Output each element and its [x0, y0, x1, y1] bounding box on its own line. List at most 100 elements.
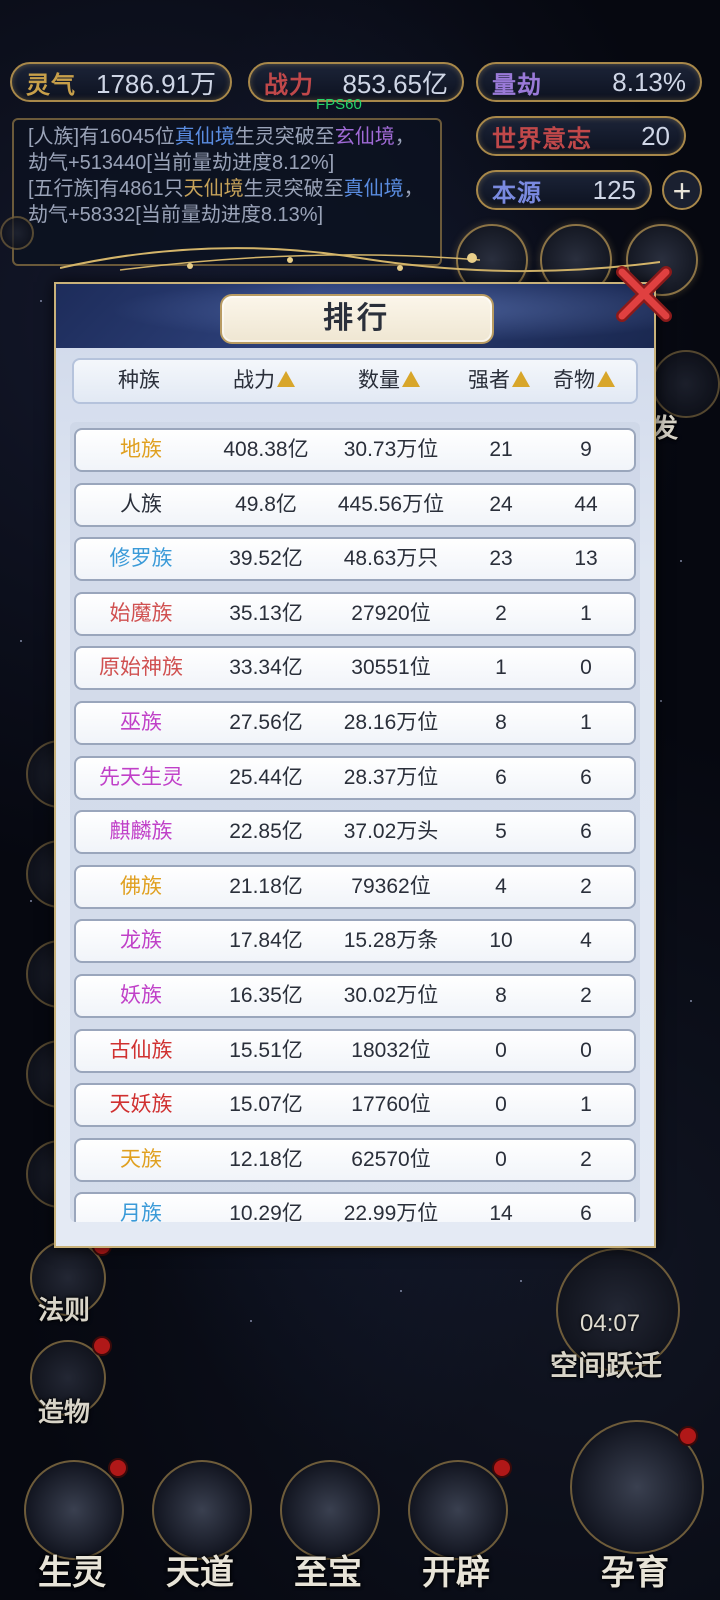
- race-cell: 修罗族: [109, 547, 173, 571]
- race-cell: 天族: [120, 1147, 162, 1171]
- nav-tiandao-label: 天道: [166, 1554, 234, 1592]
- table-row[interactable]: 始魔族 35.13亿 27920位 2 1: [74, 591, 636, 636]
- space-jump-timer: 04:07: [580, 1310, 641, 1337]
- table-row[interactable]: 巫族 27.56亿 28.16万位 8 1: [74, 701, 636, 745]
- strong-cell: 23: [489, 547, 513, 571]
- strong-cell: 5: [495, 820, 507, 844]
- table-row[interactable]: 龙族 17.84亿 15.28万条 10 4: [74, 919, 636, 964]
- strong-cell: 8: [495, 984, 507, 1007]
- count-cell: 28.16万位: [343, 711, 439, 734]
- nav-kaipi[interactable]: 开辟: [396, 1450, 516, 1600]
- lingqi-value: 1786.91万: [96, 68, 216, 99]
- race-cell: 地族: [120, 438, 162, 461]
- items-cell: 6: [580, 765, 592, 789]
- sort-arrow-icon: [277, 371, 295, 388]
- add-benyuan-button[interactable]: +: [662, 170, 702, 210]
- items-cell: 2: [580, 984, 592, 1007]
- table-row[interactable]: 地族 408.38亿 30.73万位 21 9: [74, 428, 636, 472]
- power-cell: 16.35亿: [229, 984, 303, 1007]
- power-cell: 10.29亿: [229, 1202, 303, 1222]
- liangjie-value: 8.13%: [612, 66, 686, 97]
- race-cell: 龙族: [120, 929, 162, 953]
- table-row[interactable]: 先天生灵 25.44亿 28.37万位 6 6: [74, 755, 636, 800]
- header-items[interactable]: 奇物: [544, 360, 624, 402]
- count-cell: 28.37万位: [343, 765, 439, 789]
- nav-tiandao[interactable]: 天道: [140, 1450, 260, 1600]
- strong-cell: 0: [495, 1147, 507, 1171]
- race-cell: 月族: [120, 1202, 162, 1222]
- header-race[interactable]: 种族: [74, 360, 204, 402]
- race-cell: 古仙族: [109, 1038, 173, 1062]
- header-count[interactable]: 数量: [324, 360, 454, 402]
- sort-arrow-icon: [512, 371, 530, 388]
- power-cell: 25.44亿: [229, 765, 303, 789]
- race-cell: 人族: [120, 492, 162, 516]
- count-cell: 62570位: [351, 1147, 431, 1171]
- strong-cell: 10: [489, 929, 513, 953]
- items-cell: 1: [580, 1093, 592, 1117]
- table-row[interactable]: 月族 10.29亿 22.99万位 14 6: [74, 1192, 636, 1222]
- nav-yunyu[interactable]: 孕育: [560, 1420, 710, 1600]
- liangjie-stat[interactable]: 量劫 8.13%: [476, 62, 702, 102]
- gold-ornament: [60, 247, 660, 273]
- items-cell: 6: [580, 820, 592, 844]
- benyuan-stat[interactable]: 本源 125: [476, 170, 652, 210]
- avatar[interactable]: [0, 216, 34, 250]
- table-row[interactable]: 妖族 16.35亿 30.02万位 8 2: [74, 974, 636, 1018]
- shijieyizhi-stat[interactable]: 世界意志 20: [476, 116, 686, 156]
- items-cell: 9: [580, 438, 592, 461]
- strong-cell: 6: [495, 765, 507, 789]
- table-row[interactable]: 修罗族 39.52亿 48.63万只 23 13: [74, 537, 636, 582]
- items-cell: 2: [580, 1147, 592, 1171]
- table-row[interactable]: 天族 12.18亿 62570位 0 2: [74, 1137, 636, 1182]
- items-cell: 1: [580, 711, 592, 734]
- fps-counter: FPS60: [316, 96, 362, 113]
- header-strong[interactable]: 强者: [454, 360, 544, 402]
- space-jump-label: 空间跃迁: [550, 1350, 663, 1381]
- zhanli-value: 853.65亿: [342, 68, 448, 99]
- notification-dot: [678, 1426, 698, 1446]
- race-cell: 天妖族: [109, 1093, 173, 1117]
- strong-cell: 1: [495, 656, 507, 680]
- nav-yunyu-label: 孕育: [601, 1554, 669, 1592]
- items-cell: 6: [580, 1202, 592, 1222]
- items-cell: 44: [574, 492, 598, 516]
- strong-cell: 21: [489, 438, 513, 461]
- strong-cell: 4: [495, 874, 507, 898]
- strong-cell: 24: [489, 492, 513, 516]
- count-cell: 30.02万位: [343, 984, 439, 1007]
- benyuan-value: 125: [592, 174, 636, 205]
- strong-cell: 0: [495, 1038, 507, 1062]
- nav-zhibao-label: 至宝: [294, 1554, 362, 1592]
- nav-shengling[interactable]: 生灵: [12, 1450, 132, 1600]
- power-cell: 17.84亿: [229, 929, 303, 953]
- power-cell: 22.85亿: [229, 820, 303, 844]
- notification-dot: [92, 1336, 112, 1356]
- ranking-list[interactable]: 地族 408.38亿 30.73万位 21 9 人族 49.8亿 445.56万位 24 44 修罗…: [70, 422, 640, 1222]
- plus-icon: +: [672, 173, 692, 209]
- header-power[interactable]: 战力: [204, 360, 324, 402]
- power-cell: 39.52亿: [229, 547, 303, 571]
- items-cell: 13: [574, 547, 598, 571]
- nav-zhibao[interactable]: 至宝: [268, 1450, 388, 1600]
- count-cell: 15.28万条: [343, 929, 439, 953]
- notification-dot: [492, 1458, 512, 1478]
- lingqi-stat[interactable]: 灵气 1786.91万: [10, 62, 232, 102]
- items-cell: 1: [580, 601, 592, 625]
- table-row[interactable]: 人族 49.8亿 445.56万位 24 44: [74, 482, 636, 527]
- shijieyizhi-label: 世界意志: [492, 125, 592, 153]
- power-cell: 12.18亿: [229, 1147, 303, 1171]
- table-row[interactable]: 天妖族 15.07亿 17760位 0 1: [74, 1083, 636, 1128]
- table-row[interactable]: 麒麟族 22.85亿 37.02万头 5 6: [74, 810, 636, 855]
- shijieyizhi-value: 20: [641, 120, 670, 151]
- count-cell: 27920位: [351, 601, 431, 625]
- power-cell: 35.13亿: [229, 601, 303, 625]
- count-cell: 48.63万只: [343, 547, 439, 571]
- benyuan-label: 本源: [492, 179, 542, 207]
- table-row[interactable]: 古仙族 15.51亿 18032位 0 0: [74, 1028, 636, 1073]
- race-cell: 原始神族: [99, 656, 183, 680]
- table-row[interactable]: 原始神族 33.34亿 30551位 1 0: [74, 646, 636, 691]
- table-row[interactable]: 佛族 21.18亿 79362位 4 2: [74, 864, 636, 909]
- close-icon[interactable]: [612, 262, 676, 326]
- race-cell: 麒麟族: [109, 820, 173, 844]
